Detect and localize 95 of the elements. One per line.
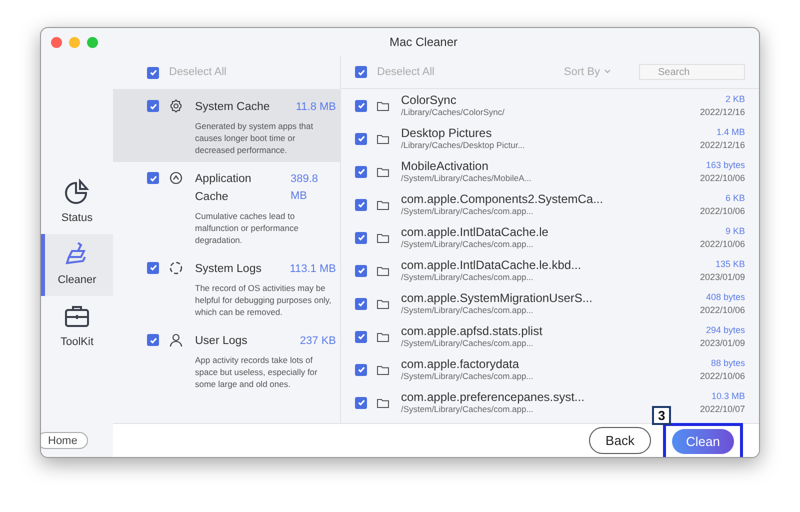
checkbox[interactable]: [355, 100, 367, 112]
folder-icon: [377, 298, 389, 308]
pie-chart-icon: [63, 178, 91, 206]
file-path: /Library/Caches/ColorSync/: [401, 107, 506, 118]
file-name: com.apple.SystemMigrationUserS...: [401, 291, 594, 305]
caret-icon: [604, 69, 611, 74]
file-name: Desktop Pictures: [401, 126, 493, 140]
file-path: /System/Library/Caches/com.app...: [401, 371, 534, 382]
dashed-circle-icon: [169, 260, 183, 275]
sidebar-item[interactable]: ToolKit: [41, 296, 113, 358]
file-size: 163 bytes: [706, 158, 745, 172]
sidebar-item[interactable]: Status: [41, 172, 113, 234]
folder-icon: [377, 332, 389, 342]
checkbox[interactable]: [355, 132, 367, 144]
checkbox[interactable]: [355, 396, 367, 408]
file-size: 6 KB: [725, 192, 745, 204]
category-name: Application Cache: [195, 172, 252, 204]
category-size: 389.8 MB: [290, 172, 320, 204]
clean-button[interactable]: Clean: [672, 429, 734, 454]
file-date: 2022/10/07: [700, 402, 745, 416]
file-name: ColorSync: [401, 93, 458, 107]
file-path: /System/Library/Caches/com.app...: [401, 404, 534, 415]
file-name: com.apple.IntlDataCache.le: [401, 225, 550, 239]
file-path: /System/Library/Caches/com.app...: [401, 206, 534, 217]
checkbox[interactable]: [147, 66, 159, 78]
file-size: 135 KB: [715, 258, 745, 270]
close-button[interactable]: [51, 36, 62, 48]
file-name: com.apple.factorydata: [401, 357, 520, 371]
file-size: 294 bytes: [706, 324, 745, 336]
folder-icon: [377, 232, 389, 242]
folder-icon: [377, 200, 389, 210]
file-date: 2023/01/09: [700, 336, 745, 350]
file-size: 2 KB: [725, 92, 745, 106]
category-size: 11.8 MB: [296, 100, 336, 115]
file-path: /System/Library/Caches/com.app...: [401, 272, 534, 283]
checkbox[interactable]: [147, 262, 159, 274]
file-date: 2022/12/16: [700, 138, 745, 152]
checkbox[interactable]: [147, 172, 159, 184]
window-title: Mac Cleaner: [389, 34, 458, 51]
file-size: 9 KB: [725, 224, 745, 238]
category-size: 113.1 MB: [290, 262, 336, 277]
file-path: /System/Library/Caches/com.app...: [401, 239, 534, 250]
folder-icon: [377, 398, 389, 408]
file-date: 2022/10/06: [700, 304, 745, 316]
file-size: 88 bytes: [710, 356, 745, 370]
file-path: /System/Library/Caches/com.app...: [401, 305, 534, 316]
search-field[interactable]: Search: [639, 64, 745, 80]
folder-icon: [377, 100, 389, 110]
home-button[interactable]: Home: [41, 432, 88, 448]
file-date: 2023/01/09: [700, 270, 745, 284]
category-name: System Logs: [195, 262, 262, 277]
category-description: Cumulative caches lead to malfunction or performance degradation.: [195, 210, 300, 246]
gear-icon: [169, 99, 183, 113]
folder-icon: [377, 134, 389, 144]
checkbox[interactable]: [355, 166, 367, 178]
back-button[interactable]: Back: [589, 427, 651, 454]
file-date: 2022/10/06: [700, 204, 745, 218]
file-path: /Library/Caches/Desktop Pictur...: [401, 140, 526, 151]
user-icon: [169, 333, 183, 347]
file-date: 2022/10/06: [700, 172, 745, 184]
sidebar-item[interactable]: Cleaner: [41, 234, 113, 296]
file-path: /System/Library/Caches/com.app...: [401, 338, 534, 349]
checkbox[interactable]: [355, 264, 367, 276]
file-path: /System/Library/Caches/MobileA...: [401, 173, 532, 184]
app-icon: [169, 171, 183, 186]
checkbox[interactable]: [355, 198, 367, 210]
file-name: com.apple.preferencepanes.syst...: [401, 390, 586, 404]
folder-icon: [377, 166, 389, 176]
checkbox[interactable]: [355, 232, 367, 244]
file-size: 1.4 MB: [716, 126, 745, 138]
file-date: 2022/10/06: [700, 238, 745, 250]
checkbox[interactable]: [147, 334, 159, 346]
file-name: MobileActivation: [401, 159, 490, 173]
checkbox[interactable]: [355, 364, 367, 376]
category-description: Generated by system apps that causes longer boot time or decreased performance.: [195, 120, 314, 156]
folder-icon: [377, 364, 389, 374]
file-name: com.apple.apfsd.stats.plist: [401, 324, 544, 338]
file-name: com.apple.IntlDataCache.le.kbd...: [401, 258, 582, 272]
category-row[interactable]: System Cache 11.8 MB Generated by system apps that causes longer boot time or decreased performance.: [113, 90, 340, 162]
checkbox[interactable]: [355, 330, 367, 342]
file-date: 2022/10/06: [700, 370, 745, 382]
category-name: System Cache: [195, 100, 270, 115]
step-badge: 3: [652, 406, 672, 425]
checkbox[interactable]: [355, 298, 367, 310]
category-description: The record of OS activities may be helpful for debugging purposes only, which can be removed.: [195, 282, 332, 318]
file-date: 2022/12/16: [700, 106, 745, 118]
checkbox[interactable]: [355, 66, 367, 78]
checkbox[interactable]: [147, 100, 159, 112]
file-size: 408 bytes: [706, 290, 745, 304]
category-size: 237 KB: [300, 334, 336, 349]
category-name: User Logs: [195, 334, 248, 349]
folder-icon: [377, 266, 389, 276]
file-name: com.apple.Components2.SystemCa...: [401, 192, 604, 206]
category-description: App activity records take lots of space but useless, especially for some large and old ones.: [195, 354, 318, 390]
file-size: 10.3 MB: [711, 390, 745, 402]
